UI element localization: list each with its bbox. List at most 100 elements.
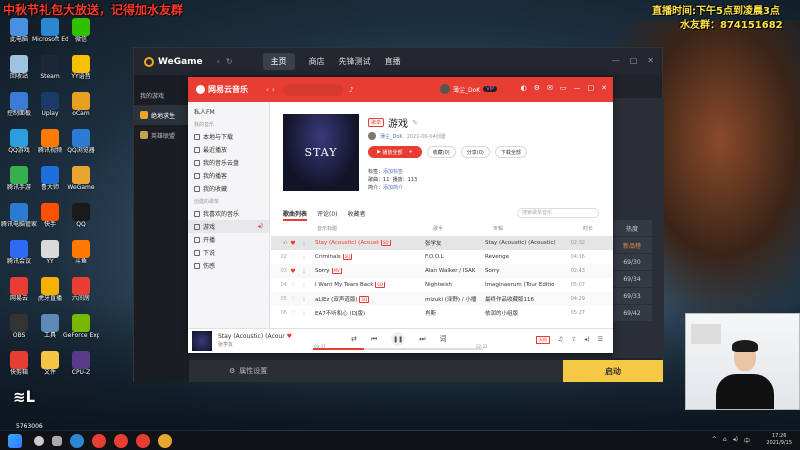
play-all-button[interactable]: ▶ 播放全部 + <box>368 146 422 158</box>
sidebar-item-lol[interactable]: 英雄联盟 <box>134 125 189 145</box>
add-tag-link[interactable]: 添加标签 <box>383 169 403 175</box>
song-album[interactable]: Imaginaerum (Tour Edition) <box>485 282 555 288</box>
desktop-shortcut[interactable]: oCam <box>66 92 96 130</box>
nav-home[interactable]: 主页 <box>262 53 295 70</box>
heart-icon[interactable]: ♡ <box>287 254 299 261</box>
desktop-shortcut[interactable]: 快手 <box>35 203 65 241</box>
heart-icon[interactable]: ♥ <box>287 268 299 275</box>
maximize-icon[interactable]: □ <box>630 56 638 65</box>
desktop-shortcut[interactable]: QQ <box>66 203 96 241</box>
playlist-search-input[interactable]: 搜索歌单音乐 <box>517 208 599 218</box>
lyrics-icon[interactable]: 词 <box>440 334 447 344</box>
column-duration[interactable]: 时长 <box>563 225 593 235</box>
tab-comments[interactable]: 评论(0) <box>317 209 338 221</box>
sidebar-item-cloud[interactable]: 我的音乐云盘 <box>188 156 269 169</box>
share-button[interactable]: 分享(0) <box>460 146 490 158</box>
playlist-queue-icon[interactable]: ☰ <box>598 336 603 344</box>
quality-badge[interactable]: 无损 <box>535 336 550 344</box>
rank-item[interactable]: 新品榜 <box>612 237 652 253</box>
sidebar-item-playlist[interactable]: 下说 <box>188 246 269 259</box>
playlist-cover[interactable]: STAY <box>283 114 359 191</box>
song-album[interactable]: Sorry <box>485 268 555 274</box>
desktop-shortcut[interactable]: 腾讯电脑管家 <box>1 203 37 241</box>
song-album[interactable]: 最终作品收藏版116 <box>485 295 555 303</box>
desktop-shortcut[interactable]: WeGame <box>66 166 96 204</box>
desktop-shortcut[interactable]: 六间房 <box>66 277 96 315</box>
settings-icon[interactable]: ⚙ <box>534 84 540 92</box>
column-artist[interactable]: 歌手 <box>433 225 493 235</box>
collect-button[interactable]: 收藏(0) <box>426 146 456 158</box>
sidebar-item-local[interactable]: 本地与下载 <box>188 130 269 143</box>
song-title[interactable]: aLIEz (双声道版) SQ <box>315 295 425 303</box>
pause-icon[interactable]: ❚❚ <box>391 332 406 346</box>
task-view-icon[interactable] <box>52 435 62 446</box>
desktop-shortcut[interactable]: QQ游戏 <box>4 129 34 167</box>
heart-icon[interactable]: ♡ <box>287 282 299 289</box>
kuaishou-taskbar-icon[interactable] <box>114 433 128 448</box>
song-album[interactable]: 依润的小组版 <box>485 309 555 317</box>
nav-test[interactable]: 先锋测试 <box>339 56 371 67</box>
desktop-shortcut[interactable]: 网易云 <box>4 277 34 315</box>
chrome-icon[interactable] <box>70 433 84 448</box>
tab-collectors[interactable]: 收藏者 <box>348 209 366 221</box>
network-icon[interactable]: ⌂ <box>723 436 727 445</box>
desktop-shortcut[interactable]: GeForce Experience <box>63 314 99 352</box>
rank-item[interactable]: 69/42 <box>612 305 652 321</box>
download-icon[interactable]: ⤓ <box>299 254 309 260</box>
progress-bar[interactable] <box>313 348 483 350</box>
desktop-shortcut[interactable]: CPU-Z <box>66 351 96 389</box>
song-title[interactable]: Sorry MV <box>315 268 425 274</box>
column-title[interactable]: 音乐标题 <box>317 225 433 235</box>
desktop-shortcut[interactable]: 工具 <box>35 314 65 352</box>
desktop-shortcut[interactable]: Microsoft Edge <box>32 18 68 56</box>
start-menu-icon[interactable] <box>8 433 22 448</box>
now-playing-artist[interactable]: 张学友 <box>218 341 292 349</box>
desktop-shortcut[interactable]: 回收站 <box>4 55 34 93</box>
close-icon[interactable]: ✕ <box>647 56 654 65</box>
desktop-shortcut[interactable]: Uplay <box>35 92 65 130</box>
music-taskbar-icon[interactable] <box>136 433 150 448</box>
download-all-button[interactable]: 下载全部 <box>494 146 527 158</box>
launch-button[interactable]: 启动 <box>563 360 663 382</box>
previous-icon[interactable]: ⏮ <box>371 335 377 344</box>
desktop-shortcut[interactable]: 腾讯会议 <box>4 240 34 278</box>
desktop-shortcut[interactable]: 微信 <box>66 18 96 56</box>
search-input[interactable] <box>282 83 343 96</box>
desktop-shortcut[interactable]: 鲁大师 <box>35 166 65 204</box>
song-artist[interactable]: 肖斯 <box>425 309 485 317</box>
sidebar-item-playlist-game[interactable]: 游戏 ◂) <box>188 220 269 233</box>
nav-live[interactable]: 直播 <box>385 56 401 67</box>
column-album[interactable]: 专辑 <box>493 225 563 235</box>
heart-icon[interactable]: ♡ <box>287 296 299 303</box>
desktop-shortcut[interactable]: YY语音 <box>66 55 96 93</box>
wegame-taskbar-icon[interactable] <box>158 433 172 448</box>
sidebar-item-fm[interactable]: 私人FM <box>188 105 269 118</box>
search-icon[interactable] <box>34 435 44 446</box>
desktop-shortcut[interactable]: 腾讯视频 <box>35 129 65 167</box>
user-area[interactable]: 薄尘_DoK VIP <box>440 84 498 94</box>
refresh-icon[interactable]: ↻ <box>226 57 233 66</box>
add-desc-link[interactable]: 添加简介 <box>383 185 403 191</box>
nav-store[interactable]: 商店 <box>309 56 325 67</box>
desktop-shortcut[interactable]: OBS <box>4 314 34 352</box>
song-title[interactable]: Criminals SQ <box>315 254 425 260</box>
desktop-shortcut[interactable]: 快剪辑 <box>4 351 34 389</box>
desktop-shortcut[interactable]: 文件 <box>35 351 65 389</box>
song-artist[interactable]: F.O.O.L <box>425 254 485 260</box>
netease-taskbar-icon[interactable] <box>92 433 106 448</box>
heart-icon[interactable]: ♥ <box>287 240 299 247</box>
download-icon[interactable]: ⤓ <box>299 282 309 288</box>
download-icon[interactable]: ⤓ <box>299 296 309 302</box>
table-row[interactable]: ◂) ♥ ⤓ Stay (Acoustic) (Acoust SQ 张学友 Stay (Ac… <box>271 236 613 250</box>
sidebar-item-playlist[interactable]: 伤感 <box>188 259 269 272</box>
heart-icon[interactable]: ♥ <box>287 333 292 340</box>
rank-item[interactable]: 热度 <box>612 220 652 236</box>
song-artist[interactable]: Nightwish <box>425 282 485 288</box>
clock[interactable]: 17:26 2021/9/15 <box>766 433 792 447</box>
sidebar-item-collect[interactable]: 我的收藏 <box>188 182 269 195</box>
song-artist[interactable]: mizuki (泽野) / 小播 <box>425 295 485 303</box>
table-row[interactable]: 04 ♡ ⤓ I Want My Tears Back SQ Nightwish Imagi… <box>271 278 613 292</box>
back-arrow-icon[interactable]: ‹ <box>217 57 220 66</box>
sidebar-item-liked[interactable]: 我喜欢的音乐 <box>188 207 269 220</box>
maximize-icon[interactable]: □ <box>588 84 595 92</box>
